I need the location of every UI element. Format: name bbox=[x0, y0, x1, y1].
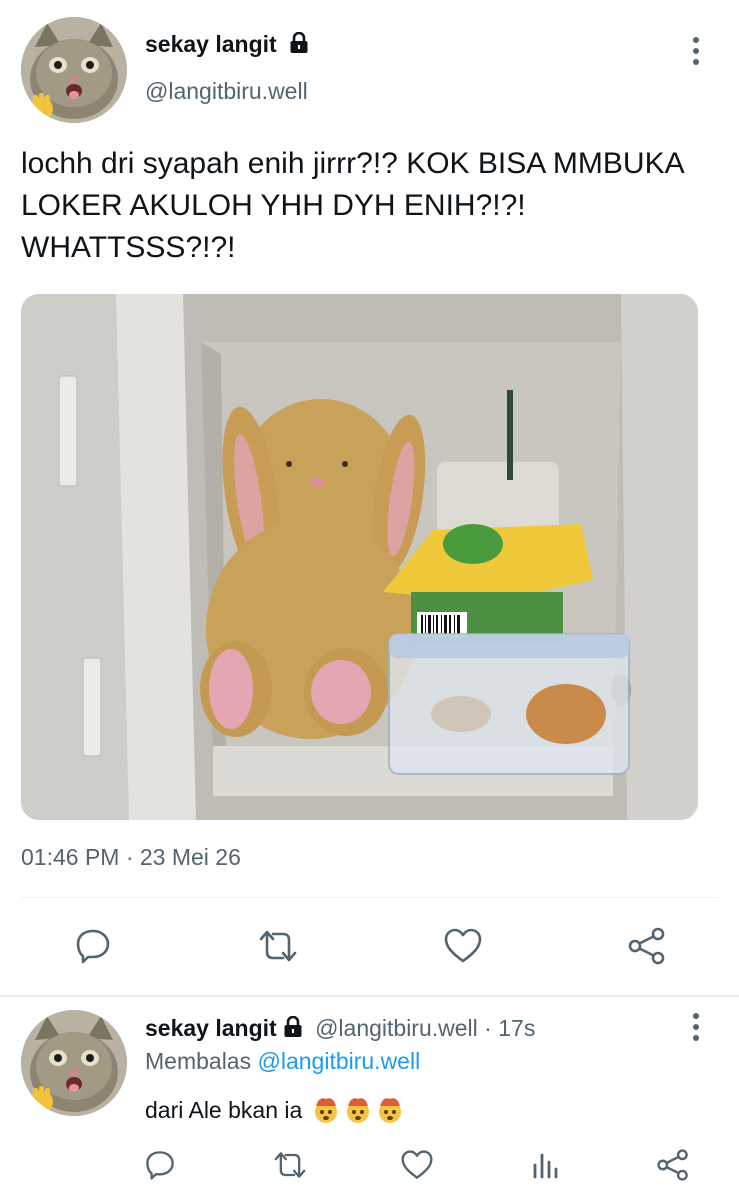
tweet-photo[interactable] bbox=[21, 294, 698, 820]
author-name[interactable]: sekay langit bbox=[145, 31, 309, 60]
reply-body: dari Ale bkan ia bbox=[145, 1094, 405, 1130]
share-button[interactable] bbox=[624, 924, 670, 968]
cat-avatar-icon bbox=[21, 17, 127, 123]
like-button[interactable] bbox=[440, 924, 486, 968]
reply-author-name[interactable]: sekay langit bbox=[145, 1015, 277, 1041]
share-icon bbox=[657, 1149, 688, 1181]
replying-to: Membalas @langitbiru.well bbox=[145, 1048, 420, 1075]
reply-retweet-button[interactable] bbox=[268, 1146, 312, 1184]
reply-views-button[interactable] bbox=[525, 1146, 565, 1184]
reply-time-ago[interactable]: 17s bbox=[498, 1015, 535, 1041]
reply-text: dari Ale bkan ia bbox=[145, 1097, 303, 1124]
retweet-icon bbox=[274, 1152, 306, 1178]
views-icon bbox=[533, 1153, 558, 1179]
lock-icon bbox=[283, 1015, 303, 1044]
reply-share-button[interactable] bbox=[653, 1146, 693, 1184]
exploding-head-emoji-icon bbox=[375, 1094, 405, 1130]
reply-icon bbox=[146, 1151, 174, 1180]
reply-reply-button[interactable] bbox=[140, 1146, 180, 1184]
like-icon bbox=[444, 928, 482, 963]
reply-author-handle[interactable]: @langitbiru.well bbox=[315, 1015, 478, 1041]
reply-kebab-menu-icon[interactable] bbox=[681, 1007, 711, 1047]
reply-like-button[interactable] bbox=[397, 1146, 437, 1184]
reply-author-avatar[interactable] bbox=[21, 1010, 127, 1116]
tweet-timestamp[interactable]: 01:46 PM · 23 Mei 26 bbox=[21, 844, 241, 871]
retweet-icon bbox=[259, 930, 297, 962]
like-icon bbox=[401, 1150, 433, 1179]
reply-icon bbox=[76, 929, 110, 964]
lock-icon bbox=[289, 31, 309, 60]
retweet-button[interactable] bbox=[253, 924, 303, 968]
share-icon bbox=[628, 927, 665, 965]
author-handle[interactable]: @langitbiru.well bbox=[145, 78, 308, 105]
author-avatar[interactable] bbox=[21, 17, 127, 123]
replying-to-link[interactable]: @langitbiru.well bbox=[258, 1048, 421, 1074]
reply-button[interactable] bbox=[70, 924, 116, 968]
author-name-text: sekay langit bbox=[145, 31, 277, 57]
cat-avatar-icon bbox=[21, 1010, 127, 1116]
divider-line bbox=[21, 897, 718, 898]
reply-separator: · bbox=[477, 1015, 499, 1041]
tweet-text: lochh dri syapah enih jirrr?!? KOK BISA … bbox=[21, 147, 683, 264]
locker-photo-image bbox=[21, 294, 698, 820]
exploding-head-emoji-icon bbox=[343, 1094, 373, 1130]
exploding-head-emoji-icon bbox=[311, 1094, 341, 1130]
reply-header: sekay langit @langitbiru.well · 17s bbox=[145, 1015, 535, 1044]
kebab-menu-icon[interactable] bbox=[681, 31, 711, 71]
section-divider bbox=[0, 995, 739, 997]
replying-prefix: Membalas bbox=[145, 1048, 252, 1074]
